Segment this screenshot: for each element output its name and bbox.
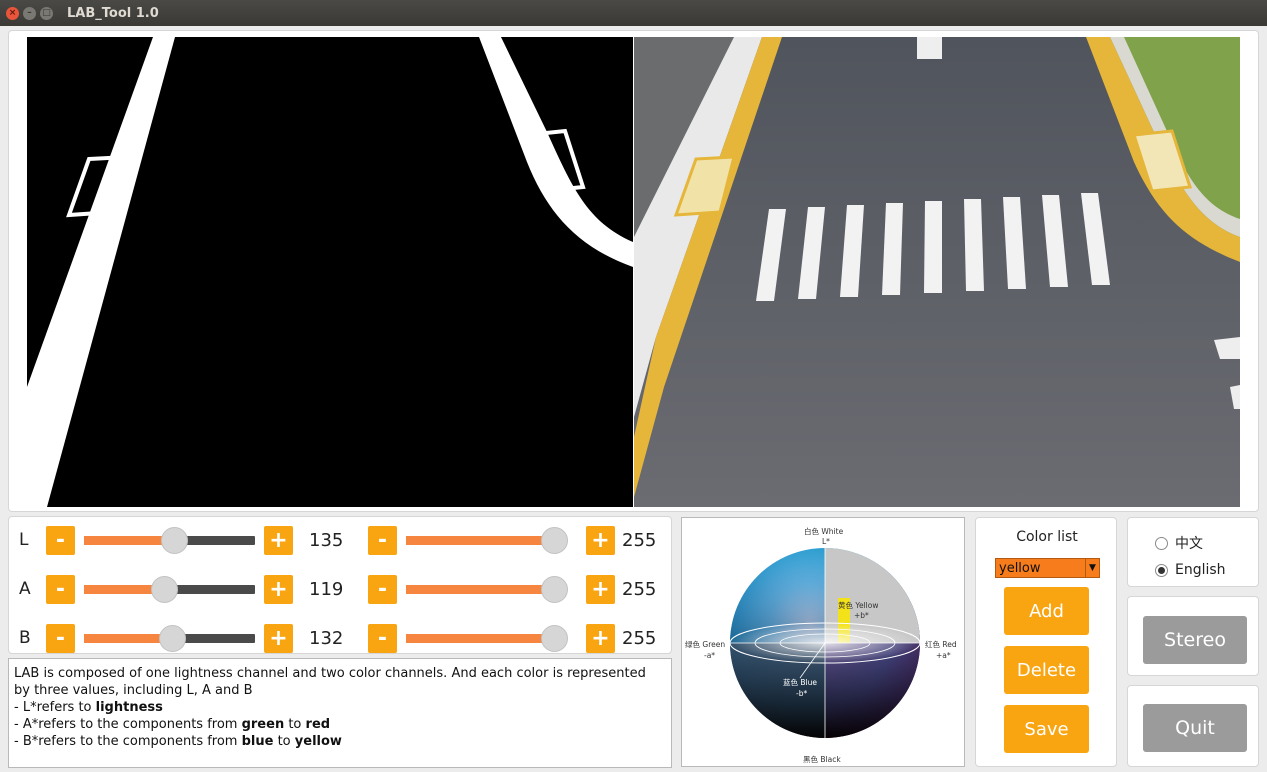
b-min-slider[interactable]: [84, 625, 255, 652]
lab-slider-panel: L - + 135 - + 255 A - + 119 - + 255 B - …: [8, 516, 672, 654]
sphere-label-l-axis: L*: [822, 537, 830, 546]
a-max-value: 255: [622, 579, 657, 600]
description-a-line: - A*refers to the components from green …: [14, 717, 331, 732]
sphere-label-minus-b: -b*: [796, 689, 808, 698]
b-max-decrease-button[interactable]: -: [368, 624, 397, 653]
description-l-line: - L*refers to lightness: [14, 700, 163, 715]
sphere-label-red: 红色 Red: [925, 640, 957, 649]
l-min-slider[interactable]: [84, 527, 255, 554]
mask-image: [27, 37, 633, 507]
slider-row-l: L - + 135 - + 255: [9, 521, 673, 561]
sphere-label-blue: 蓝色 Blue: [783, 678, 817, 687]
b-min-increase-button[interactable]: +: [264, 624, 293, 653]
mask-view: [27, 37, 633, 507]
lab-description: LAB is composed of one lightness channel…: [14, 665, 664, 750]
b-max-increase-button[interactable]: +: [586, 624, 615, 653]
a-min-value: 119: [309, 579, 344, 600]
l-max-slider[interactable]: [406, 527, 568, 554]
slider-row-a: A - + 119 - + 255: [9, 570, 673, 610]
language-panel: 中文 English: [1127, 517, 1259, 587]
b-max-slider[interactable]: [406, 625, 568, 652]
a-min-slider[interactable]: [84, 576, 255, 603]
a-max-slider[interactable]: [406, 576, 568, 603]
stereo-button[interactable]: Stereo: [1143, 616, 1247, 664]
l-min-slider-handle[interactable]: [161, 527, 189, 554]
window-title: LAB_Tool 1.0: [67, 5, 159, 21]
window-maximize-icon[interactable]: □: [40, 6, 53, 20]
b-min-value: 132: [309, 628, 344, 649]
a-min-increase-button[interactable]: +: [264, 575, 293, 604]
slider-row-b: B - + 132 - + 255: [9, 619, 673, 659]
l-max-increase-button[interactable]: +: [586, 526, 615, 555]
l-min-increase-button[interactable]: +: [264, 526, 293, 555]
b-min-decrease-button[interactable]: -: [46, 624, 75, 653]
save-button[interactable]: Save: [1004, 705, 1089, 753]
color-list-panel: Color list yellow ▼ Add Delete Save: [975, 517, 1117, 767]
description-panel: LAB is composed of one lightness channel…: [8, 658, 672, 768]
a-max-slider-handle[interactable]: [541, 576, 568, 603]
channel-label-b: B: [19, 628, 31, 648]
stereo-panel: Stereo: [1127, 596, 1259, 676]
channel-label-a: A: [19, 579, 31, 599]
language-option-english[interactable]: English: [1155, 562, 1226, 578]
quit-button[interactable]: Quit: [1143, 704, 1247, 752]
lab-color-sphere-panel: 白色 White L* 黄色 Yellow +b* 绿色 Green -a* 红…: [681, 517, 965, 767]
sphere-label-plus-a: +a*: [936, 651, 951, 660]
l-min-value: 135: [309, 530, 344, 551]
b-max-slider-handle[interactable]: [541, 625, 568, 652]
radio-selected-dot: [1158, 566, 1165, 574]
a-min-slider-handle[interactable]: [150, 576, 178, 603]
a-max-increase-button[interactable]: +: [586, 575, 615, 604]
title-bar: × – □ LAB_Tool 1.0: [0, 0, 1267, 26]
b-min-slider-handle[interactable]: [159, 625, 187, 652]
a-min-decrease-button[interactable]: -: [46, 575, 75, 604]
sphere-label-minus-a: -a*: [704, 651, 716, 660]
b-max-value: 255: [622, 628, 657, 649]
language-label-chinese: 中文: [1175, 536, 1203, 552]
channel-label-l: L: [19, 530, 29, 550]
chevron-down-icon[interactable]: ▼: [1085, 559, 1099, 577]
camera-image: [634, 37, 1240, 507]
l-max-decrease-button[interactable]: -: [368, 526, 397, 555]
color-select-value: yellow: [999, 560, 1041, 576]
radio-chinese[interactable]: [1155, 536, 1168, 550]
language-option-chinese[interactable]: 中文: [1155, 533, 1203, 553]
description-intro: LAB is composed of one lightness channel…: [14, 666, 646, 698]
sphere-label-plus-b: +b*: [854, 611, 869, 620]
a-max-decrease-button[interactable]: -: [368, 575, 397, 604]
delete-button[interactable]: Delete: [1004, 646, 1089, 694]
window-close-icon[interactable]: ×: [6, 6, 19, 20]
color-list-title: Color list: [1016, 529, 1078, 545]
sphere-label-yellow: 黄色 Yellow: [838, 601, 879, 610]
l-max-slider-handle[interactable]: [541, 527, 568, 554]
l-max-value: 255: [622, 530, 657, 551]
sphere-label-green: 绿色 Green: [685, 640, 726, 649]
language-label-english: English: [1175, 562, 1226, 578]
camera-view: [634, 37, 1240, 507]
add-button[interactable]: Add: [1004, 587, 1089, 635]
video-panel: [8, 30, 1259, 512]
window-minimize-icon[interactable]: –: [23, 6, 36, 20]
quit-panel: Quit: [1127, 685, 1259, 767]
sphere-label-white: 白色 White: [804, 527, 844, 536]
description-b-line: - B*refers to the components from blue t…: [14, 734, 342, 749]
color-select[interactable]: yellow ▼: [995, 558, 1100, 578]
radio-english[interactable]: [1155, 563, 1168, 577]
sphere-label-black: 黑色 Black: [803, 755, 841, 764]
l-min-decrease-button[interactable]: -: [46, 526, 75, 555]
